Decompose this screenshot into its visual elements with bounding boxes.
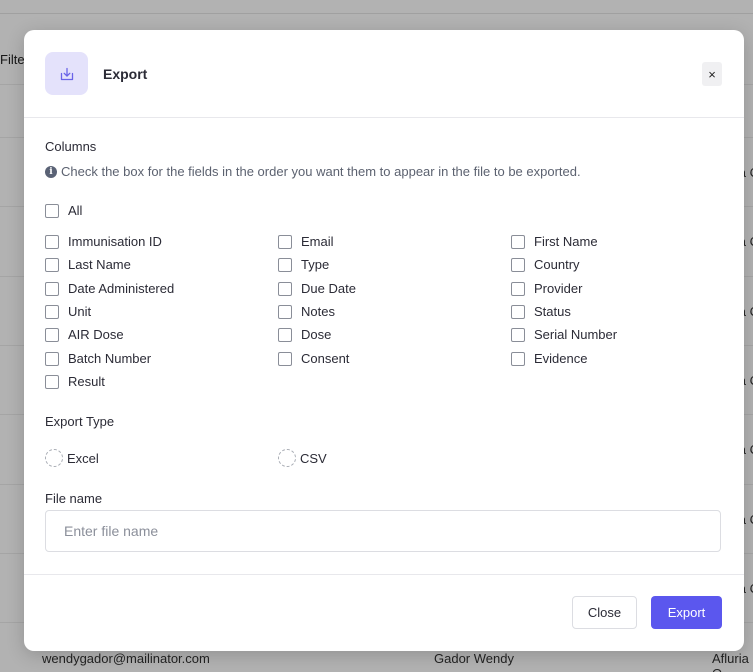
- checkbox[interactable]: [278, 327, 292, 342]
- checkbox-all[interactable]: All: [45, 203, 82, 218]
- checkbox[interactable]: [278, 234, 292, 249]
- checkbox[interactable]: [278, 281, 292, 296]
- checkbox-label: Consent: [301, 351, 350, 366]
- checkbox[interactable]: [45, 281, 59, 296]
- checkbox-consent[interactable]: Consent: [278, 351, 349, 366]
- export-type-label: Export Type: [45, 414, 115, 429]
- checkbox[interactable]: [45, 327, 59, 342]
- checkbox-country[interactable]: Country: [511, 257, 580, 272]
- checkbox[interactable]: [511, 234, 525, 249]
- checkbox-label: Country: [534, 257, 580, 272]
- checkbox-evidence[interactable]: Evidence: [511, 351, 587, 366]
- checkbox[interactable]: [278, 304, 292, 319]
- checkbox-label: Due Date: [301, 281, 356, 296]
- checkbox-dose[interactable]: Dose: [278, 327, 331, 342]
- checkbox-label: Serial Number: [534, 327, 618, 342]
- checkbox-status[interactable]: Status: [511, 304, 571, 319]
- checkbox-label: Notes: [301, 304, 335, 319]
- checkbox-label: Immunisation ID: [68, 234, 162, 249]
- radio-csv[interactable]: CSV: [278, 449, 327, 467]
- checkbox-unit[interactable]: Unit: [45, 304, 91, 319]
- download-tray-icon: [45, 52, 88, 95]
- columns-label: Columns: [45, 139, 97, 154]
- checkbox[interactable]: [511, 281, 525, 296]
- checkbox[interactable]: [45, 351, 59, 366]
- checkbox[interactable]: [511, 327, 525, 342]
- radio-button[interactable]: [45, 449, 63, 467]
- checkbox-label: Dose: [301, 327, 332, 342]
- file-name-label: File name: [45, 491, 103, 506]
- checkbox[interactable]: [511, 257, 525, 272]
- radio-label: CSV: [300, 450, 327, 466]
- info-text: Check the box for the fields in the orde…: [61, 164, 581, 179]
- radio-button[interactable]: [278, 449, 296, 467]
- checkbox-label: Status: [534, 304, 571, 319]
- checkbox[interactable]: [45, 203, 59, 218]
- radio-label: Excel: [67, 450, 99, 466]
- checkbox-serial-number[interactable]: Serial Number: [511, 327, 617, 342]
- checkbox-label: Last Name: [68, 257, 131, 272]
- export-button[interactable]: Export: [651, 596, 722, 629]
- checkbox-provider[interactable]: Provider: [511, 281, 582, 296]
- checkbox[interactable]: [278, 351, 292, 366]
- checkbox-label: Result: [68, 374, 105, 389]
- checkbox-label: Evidence: [534, 351, 588, 366]
- checkbox-email[interactable]: Email: [278, 234, 334, 249]
- checkbox-type[interactable]: Type: [278, 257, 329, 272]
- checkbox-notes[interactable]: Notes: [278, 304, 335, 319]
- checkbox[interactable]: [278, 257, 292, 272]
- checkbox-date-administered[interactable]: Date Administered: [45, 281, 174, 296]
- checkbox-label: Batch Number: [68, 351, 152, 366]
- modal-header: Export ×: [24, 30, 744, 118]
- checkbox-label: AIR Dose: [68, 327, 124, 342]
- checkbox[interactable]: [45, 304, 59, 319]
- checkbox[interactable]: [45, 234, 59, 249]
- checkbox-last-name[interactable]: Last Name: [45, 257, 131, 272]
- close-icon[interactable]: ×: [702, 62, 722, 86]
- footer-divider: [24, 574, 744, 575]
- close-button[interactable]: Close: [572, 596, 637, 629]
- checkbox-label: Date Administered: [68, 281, 175, 296]
- checkbox-label: Provider: [534, 281, 583, 296]
- checkbox-due-date[interactable]: Due Date: [278, 281, 356, 296]
- info-icon: i: [45, 165, 57, 178]
- checkbox-result[interactable]: Result: [45, 374, 105, 389]
- checkbox-label: All: [68, 203, 83, 218]
- checkbox[interactable]: [511, 351, 525, 366]
- checkbox[interactable]: [45, 257, 59, 272]
- info-hint: i Check the box for the fields in the or…: [45, 164, 581, 179]
- checkbox-label: Email: [301, 234, 334, 249]
- radio-excel[interactable]: Excel: [45, 449, 99, 467]
- checkbox-immunisation-id[interactable]: Immunisation ID: [45, 234, 162, 249]
- checkbox-air-dose[interactable]: AIR Dose: [45, 327, 124, 342]
- checkbox[interactable]: [511, 304, 525, 319]
- checkbox-label: Type: [301, 257, 330, 272]
- checkbox-first-name[interactable]: First Name: [511, 234, 598, 249]
- file-name-input[interactable]: [45, 510, 721, 552]
- checkbox[interactable]: [45, 374, 59, 389]
- export-modal: Export × Columns i Check the box for the…: [24, 30, 744, 651]
- checkbox-batch-number[interactable]: Batch Number: [45, 351, 151, 366]
- checkbox-label: First Name: [534, 234, 598, 249]
- checkbox-label: Unit: [68, 304, 92, 319]
- modal-title: Export: [103, 66, 148, 82]
